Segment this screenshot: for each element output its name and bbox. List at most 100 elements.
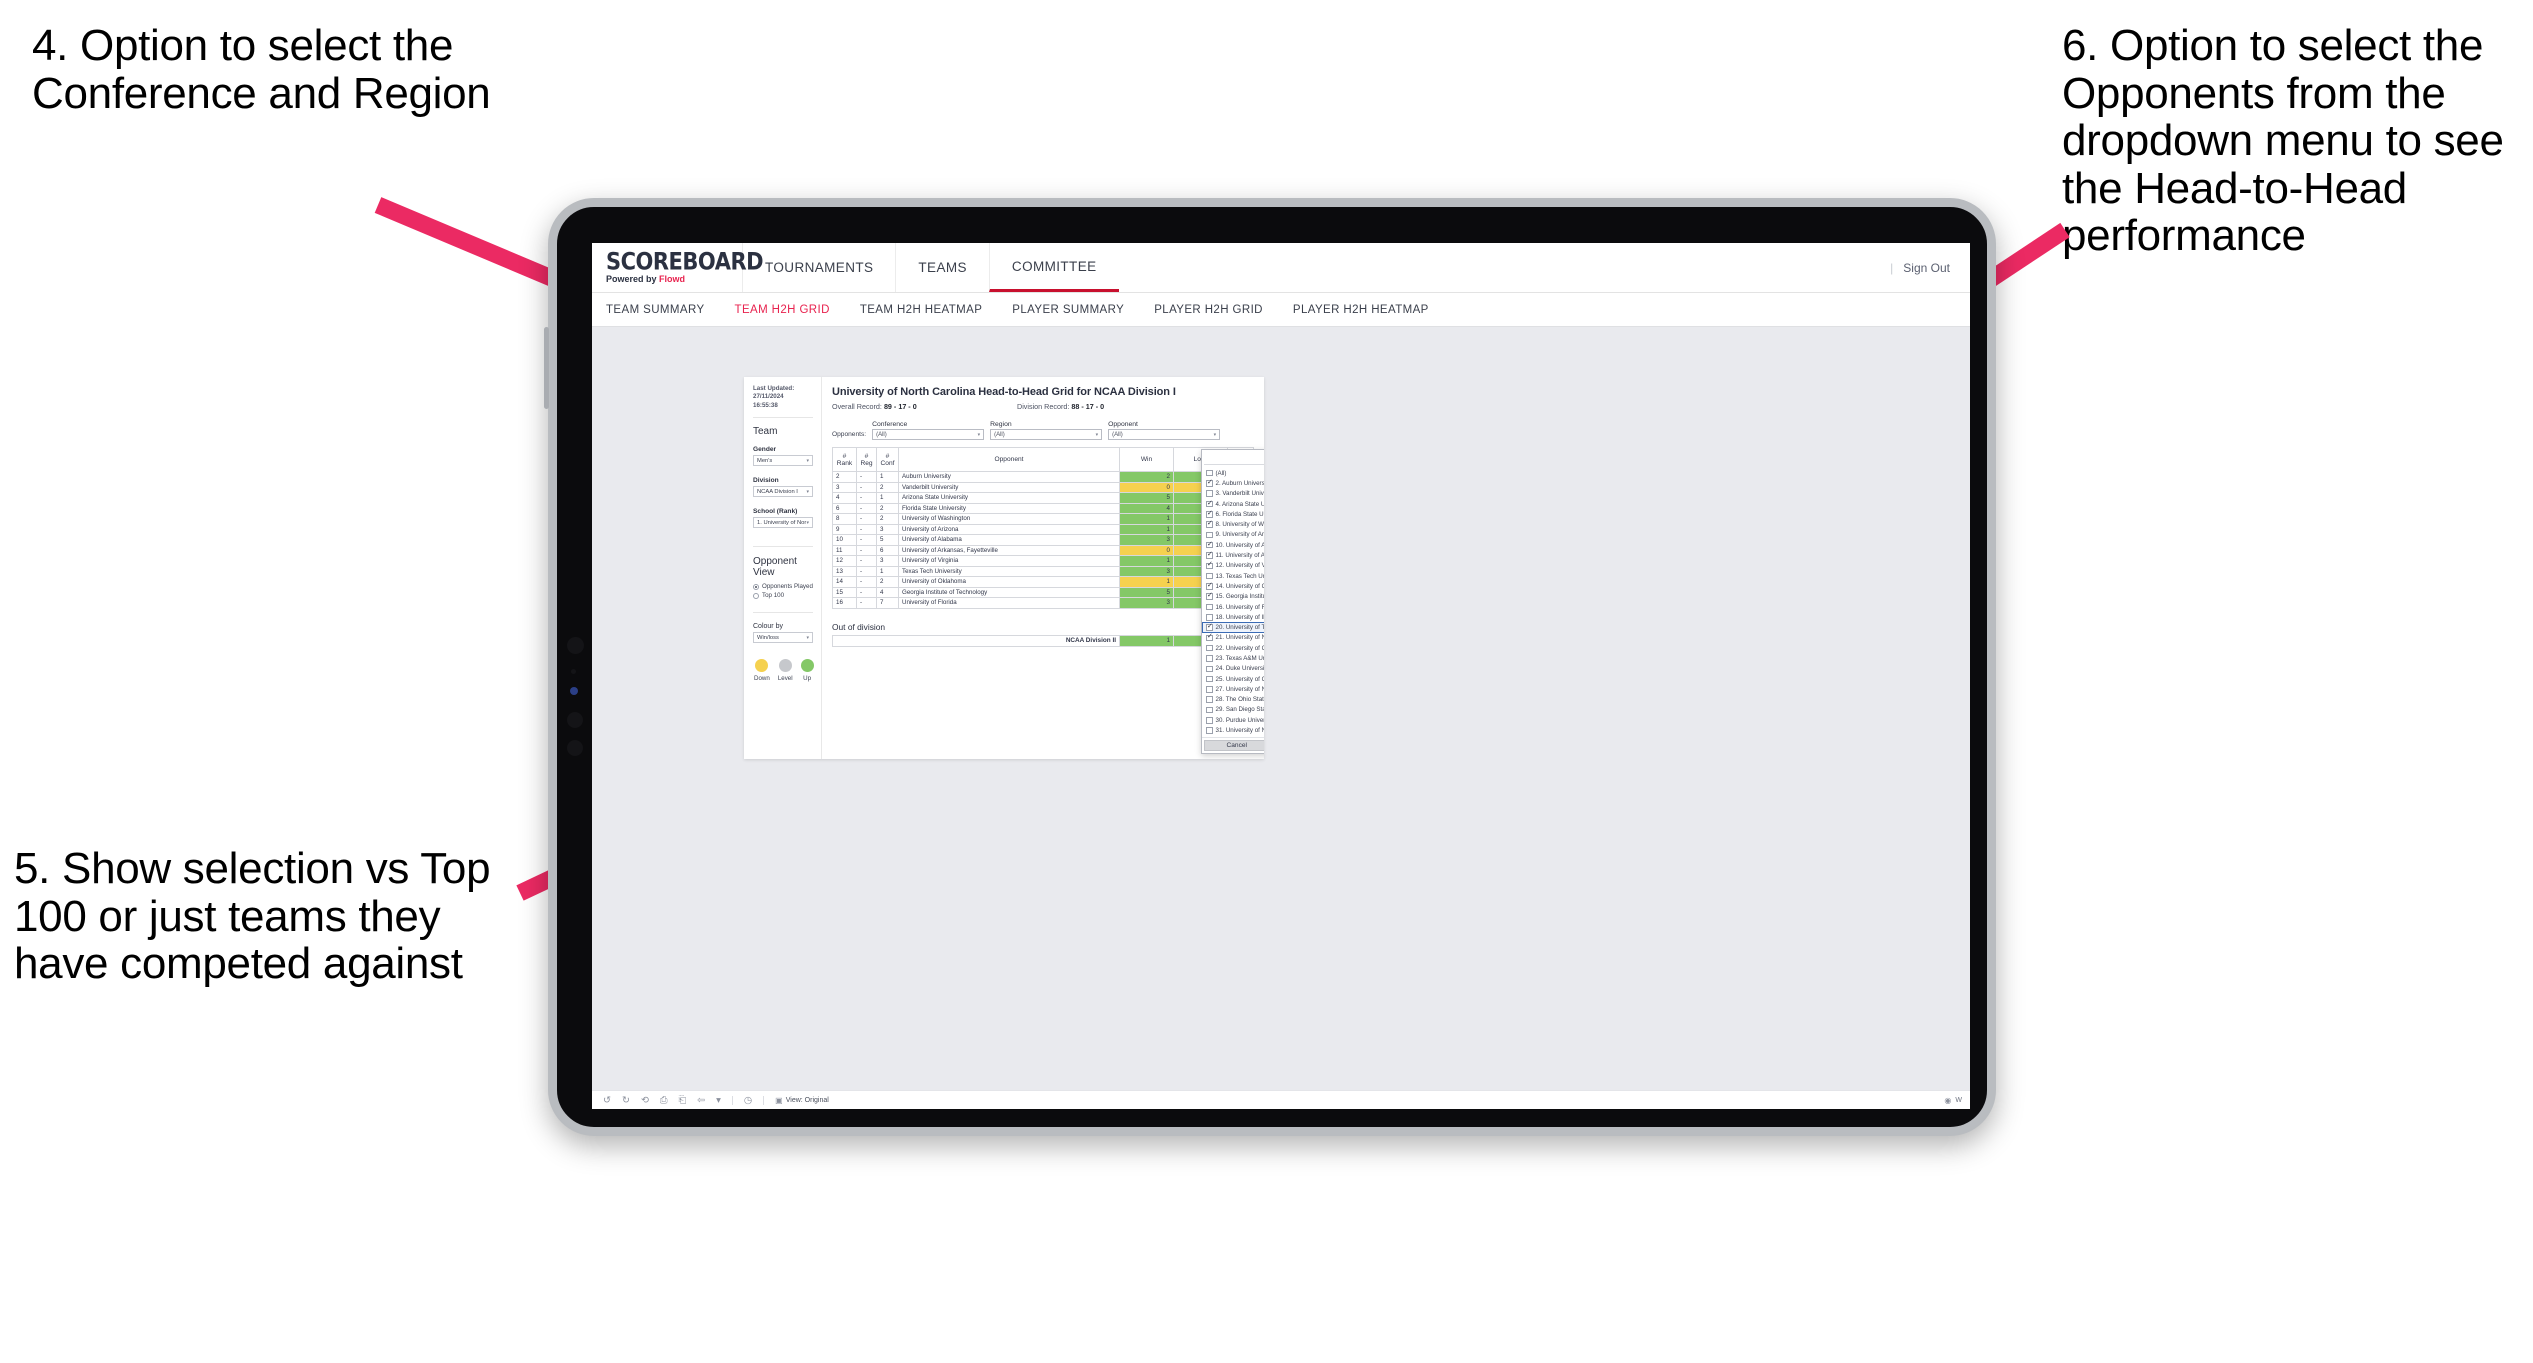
dropdown-option[interactable]: 12. University of Virginia: [1202, 561, 1264, 571]
opponent-select[interactable]: (All) ▾: [1108, 429, 1221, 440]
checkbox-unchecked-icon[interactable]: [1206, 655, 1213, 662]
dropdown-option[interactable]: 11. University of Arkansas, Fayetteville: [1202, 550, 1264, 560]
refresh-data-icon[interactable]: ⎙: [660, 1095, 668, 1106]
dropdown-option[interactable]: 13. Texas Tech University: [1202, 571, 1264, 581]
dropdown-option[interactable]: 9. University of Arizona: [1202, 530, 1264, 540]
dropdown-option[interactable]: 30. Purdue University: [1202, 715, 1264, 725]
checkbox-unchecked-icon[interactable]: [1206, 644, 1213, 652]
subnav-team-summary[interactable]: TEAM SUMMARY: [606, 304, 705, 316]
table-row[interactable]: 3-2Vanderbilt University04: [832, 481, 1254, 493]
subnav-team-h2h-grid[interactable]: TEAM H2H GRID: [735, 304, 830, 316]
nav-tournaments[interactable]: TOURNAMENTS: [742, 243, 895, 292]
dropdown-option[interactable]: 4. Arizona State University: [1202, 499, 1264, 509]
nav-committee[interactable]: COMMITTEE: [988, 243, 1119, 292]
volume-button-up[interactable]: [544, 357, 549, 409]
table-row[interactable]: 2-1Auburn University21: [832, 471, 1254, 483]
checkbox-unchecked-icon[interactable]: [1206, 490, 1213, 497]
checkbox-checked-icon[interactable]: [1206, 479, 1213, 487]
dropdown-option[interactable]: 20. University of Texas: [1202, 622, 1264, 633]
table-row[interactable]: 12-3University of Virginia10: [832, 555, 1254, 567]
checkbox-checked-icon[interactable]: [1206, 500, 1213, 508]
dropdown-option[interactable]: 18. University of Illinois: [1202, 612, 1264, 622]
checkbox-checked-icon[interactable]: [1206, 592, 1213, 600]
undo-icon[interactable]: ↺: [603, 1095, 611, 1106]
dropdown-option[interactable]: 6. Florida State University: [1202, 509, 1264, 519]
subnav-player-h2h-grid[interactable]: PLAYER H2H GRID: [1154, 304, 1263, 316]
table-row[interactable]: 6-2Florida State University42: [832, 502, 1254, 514]
dropdown-option[interactable]: 25. University of Oregon: [1202, 674, 1264, 684]
revert-icon[interactable]: ⟲: [641, 1095, 649, 1106]
checkbox-unchecked-icon[interactable]: [1206, 603, 1213, 611]
colour-by-select[interactable]: Win/loss ▾: [753, 632, 813, 644]
checkbox-checked-icon[interactable]: [1206, 634, 1213, 642]
region-select[interactable]: (All) ▾: [990, 429, 1103, 440]
dropdown-option[interactable]: 16. University of Florida: [1202, 602, 1264, 612]
dropdown-option[interactable]: 10. University of Alabama: [1202, 540, 1264, 550]
view-original-button[interactable]: ▣ View: Original: [775, 1096, 829, 1105]
out-of-division-row[interactable]: NCAA Division II10: [832, 634, 1254, 647]
eye-icon[interactable]: ◉: [1944, 1096, 1951, 1105]
dropdown-option[interactable]: 27. University of Notre Dame: [1202, 684, 1264, 694]
conference-select[interactable]: (All) ▾: [872, 429, 985, 440]
table-row[interactable]: 4-1Arizona State University51: [832, 492, 1254, 504]
dropdown-option[interactable]: 15. Georgia Institute of Technology: [1202, 592, 1264, 602]
checkbox-unchecked-icon[interactable]: [1206, 696, 1213, 703]
table-row[interactable]: 9-3University of Arizona10: [832, 523, 1254, 535]
checkbox-checked-icon[interactable]: [1206, 561, 1213, 570]
table-row[interactable]: 16-7University of Florida31: [832, 597, 1254, 609]
cancel-button[interactable]: Cancel: [1204, 739, 1264, 751]
division-select[interactable]: NCAA Division I ▾: [753, 486, 813, 498]
dropdown-option[interactable]: 14. University of Oklahoma: [1202, 581, 1264, 591]
school-select[interactable]: 1. University of Nort... ▾: [753, 517, 813, 529]
dropdown-option[interactable]: 24. Duke University: [1202, 664, 1264, 674]
sign-out-link[interactable]: | Sign Out: [1890, 261, 1950, 275]
checkbox-unchecked-icon[interactable]: [1206, 675, 1213, 683]
checkbox-unchecked-icon[interactable]: [1206, 572, 1213, 580]
brand-logo[interactable]: SCOREBOARD Powered by Flowd: [592, 249, 764, 284]
dropdown-option[interactable]: 21. University of New Mexico: [1202, 633, 1264, 643]
checkbox-checked-icon[interactable]: [1206, 551, 1213, 559]
dropdown-option[interactable]: 23. Texas A&M University: [1202, 653, 1264, 663]
checkbox-checked-icon[interactable]: [1206, 510, 1213, 518]
subnav-player-h2h-heatmap[interactable]: PLAYER H2H HEATMAP: [1293, 304, 1429, 316]
dropdown-option[interactable]: (All): [1202, 468, 1264, 478]
dropdown-option[interactable]: 2. Auburn University: [1202, 478, 1264, 488]
chevron-down-icon[interactable]: ▾: [716, 1095, 721, 1106]
subnav-team-h2h-heatmap[interactable]: TEAM H2H HEATMAP: [860, 304, 982, 316]
table-row[interactable]: 15-4Georgia Institute of Technology50: [832, 586, 1254, 598]
table-row[interactable]: 11-6 University of Arkansas, Fayetteville…: [832, 544, 1254, 556]
table-row[interactable]: 10-5University of Alabama30: [832, 534, 1254, 546]
pause-refresh-icon[interactable]: ⎗: [679, 1095, 687, 1106]
subnav-player-summary[interactable]: PLAYER SUMMARY: [1012, 304, 1124, 316]
clock-icon[interactable]: ◷: [744, 1095, 752, 1106]
dropdown-option[interactable]: 22. University of Georgia: [1202, 643, 1264, 653]
checkbox-unchecked-icon[interactable]: [1206, 614, 1213, 621]
checkbox-checked-icon[interactable]: [1206, 623, 1213, 631]
checkbox-unchecked-icon[interactable]: [1206, 706, 1213, 714]
table-row[interactable]: 14-2University of Oklahoma12: [832, 576, 1254, 588]
redo-icon[interactable]: ↻: [622, 1095, 630, 1106]
table-row[interactable]: 13-1Texas Tech University30: [832, 565, 1254, 577]
dropdown-option[interactable]: 31. University of North Florida: [1202, 725, 1264, 735]
nav-teams[interactable]: TEAMS: [895, 243, 989, 292]
checkbox-unchecked-icon[interactable]: [1206, 727, 1213, 734]
share-icon[interactable]: ⇦: [697, 1095, 705, 1106]
dropdown-option[interactable]: 29. San Diego State University: [1202, 705, 1264, 715]
radio-top-100[interactable]: Top 100: [753, 592, 813, 599]
checkbox-checked-icon[interactable]: [1206, 582, 1213, 590]
dropdown-option[interactable]: 8. University of Washington: [1202, 519, 1264, 529]
checkbox-checked-icon[interactable]: [1206, 520, 1213, 528]
opponent-dropdown-search-input[interactable]: [1204, 452, 1264, 465]
table-row[interactable]: 8-2University of Washington10: [832, 513, 1254, 525]
checkbox-unchecked-icon[interactable]: [1206, 469, 1213, 477]
dropdown-option[interactable]: 28. The Ohio State University: [1202, 695, 1264, 705]
checkbox-unchecked-icon[interactable]: [1206, 686, 1213, 693]
checkbox-unchecked-icon[interactable]: [1206, 665, 1213, 673]
dropdown-option[interactable]: 3. Vanderbilt University: [1202, 489, 1264, 499]
checkbox-unchecked-icon[interactable]: [1206, 531, 1213, 539]
gender-select[interactable]: Men's ▾: [753, 455, 813, 467]
checkbox-unchecked-icon[interactable]: [1206, 717, 1213, 724]
opponent-dropdown-popup[interactable]: (All) 2. Auburn University 3. Vanderbilt U…: [1201, 449, 1264, 754]
radio-opponents-played[interactable]: Opponents Played: [753, 583, 813, 590]
checkbox-checked-icon[interactable]: [1206, 541, 1213, 549]
